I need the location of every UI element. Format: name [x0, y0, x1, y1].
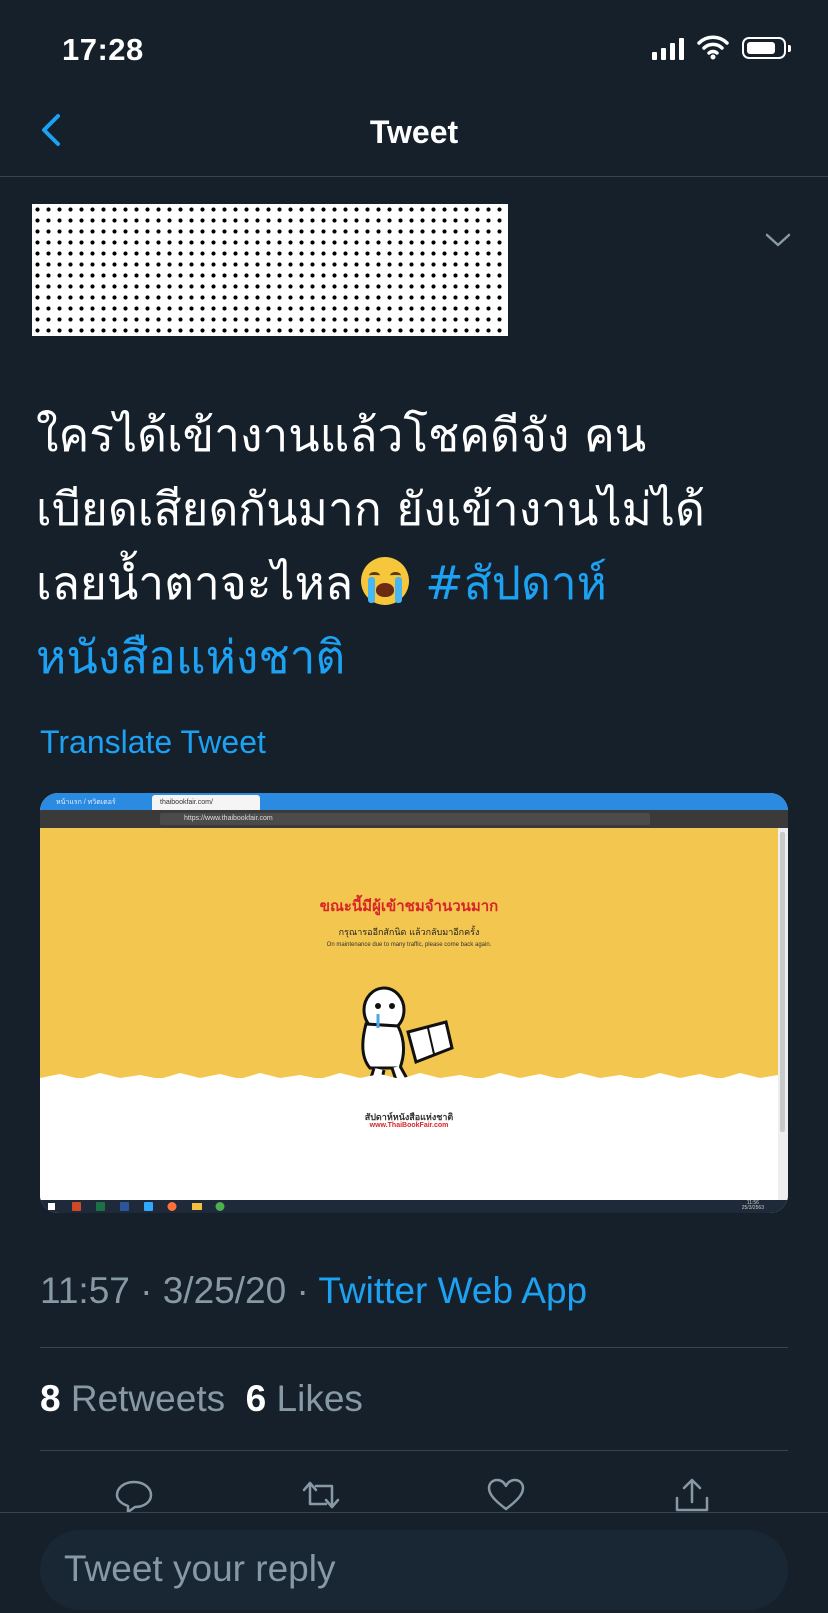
retweets-label: Retweets	[70, 1378, 226, 1419]
redacted-author	[32, 204, 508, 336]
tweet-timestamp: 11:57 · 3/25/20 ·	[40, 1270, 319, 1311]
status-time: 17:28	[62, 32, 144, 67]
reply-bar: Tweet your reply	[0, 1512, 828, 1613]
share-icon[interactable]	[672, 1478, 712, 1512]
likes-label: Likes	[276, 1378, 363, 1419]
site-footer: สัปดาห์หนังสือแห่งชาติ www.ThaiBookFair.…	[40, 1073, 778, 1200]
reply-input[interactable]: Tweet your reply	[40, 1530, 788, 1610]
windows-taskbar: 11:56 25/3/2563	[40, 1200, 788, 1213]
signal-icon	[652, 38, 684, 60]
chevron-down-icon[interactable]	[765, 232, 791, 248]
taskbar-clock: 11:56 25/3/2563	[742, 1201, 764, 1211]
tweet-line-1: ใครได้เข้างานแล้วโชคดีจัง คน	[36, 408, 647, 462]
nav-bar: Tweet	[0, 90, 828, 177]
battery-icon	[742, 37, 791, 59]
tweet-line-3-text: เลยน้ำตาจะไหล	[36, 556, 354, 610]
browser-url: https://www.thaibookfair.com	[160, 813, 650, 825]
retweet-icon[interactable]	[298, 1478, 344, 1512]
browser-tab-bar: หน้าแรก / ทวิตเตอร์ thaibookfair.com/	[40, 793, 788, 810]
reply-icon[interactable]	[114, 1478, 154, 1512]
hashtag-link-continued[interactable]: หนังสือแห่งชาติ	[36, 620, 796, 694]
tweet-text: ใครได้เข้างานแล้วโชคดีจัง คน เบียดเสียดก…	[36, 398, 796, 694]
likes-count: 6	[245, 1378, 267, 1419]
taskbar-app-icons	[48, 1202, 225, 1211]
like-heart-icon[interactable]	[486, 1478, 526, 1512]
browser-scrollbar	[778, 828, 788, 1200]
divider	[40, 1347, 788, 1348]
browser-tab-1: หน้าแรก / ทวิตเตอร์	[56, 799, 116, 806]
tweet-meta: 11:57 · 3/25/20 · Twitter Web App	[40, 1270, 587, 1312]
page-title: Tweet	[369, 114, 459, 150]
browser-url-bar: https://www.thaibookfair.com	[40, 810, 788, 828]
tweet-media-image[interactable]: หน้าแรก / ทวิตเตอร์ thaibookfair.com/ ht…	[40, 793, 788, 1213]
taskbar-date: 25/3/2563	[741, 1205, 764, 1211]
tweet-source-link[interactable]: Twitter Web App	[318, 1270, 587, 1311]
retweets-stat[interactable]: 8 Retweets	[40, 1378, 225, 1419]
site-body: ขณะนี้มีผู้เข้าชมจำนวนมาก กรุณารออีกสักน…	[40, 828, 778, 1200]
tweet-actions	[0, 1478, 828, 1514]
tweet-line-2: เบียดเสียดกันมาก ยังเข้างานไม่ได้	[36, 482, 705, 536]
translate-tweet-link[interactable]: Translate Tweet	[40, 724, 266, 761]
tweet-line-3: เลยน้ำตาจะไหล #สัปดาห์	[36, 546, 796, 620]
wifi-icon	[697, 35, 729, 60]
reply-placeholder: Tweet your reply	[64, 1548, 336, 1589]
loudly-crying-face-icon	[361, 557, 410, 605]
divider	[40, 1450, 788, 1451]
hashtag-link[interactable]: #สัปดาห์	[425, 556, 607, 610]
fair-url: www.ThaiBookFair.com	[369, 1122, 449, 1129]
site-note: On maintenance due to many traffic, plea…	[326, 942, 492, 948]
likes-stat[interactable]: 6 Likes	[246, 1378, 363, 1419]
status-bar: 17:28	[0, 0, 828, 90]
retweets-count: 8	[40, 1378, 61, 1419]
tweet-stats: 8 Retweets 6 Likes	[40, 1378, 363, 1420]
site-headline: ขณะนี้มีผู้เข้าชมจำนวนมาก	[319, 897, 499, 915]
browser-tab-2: thaibookfair.com/	[152, 795, 260, 810]
site-subline: กรุณารออีกสักนิด แล้วกลับมาอีกครั้ง	[338, 928, 480, 938]
